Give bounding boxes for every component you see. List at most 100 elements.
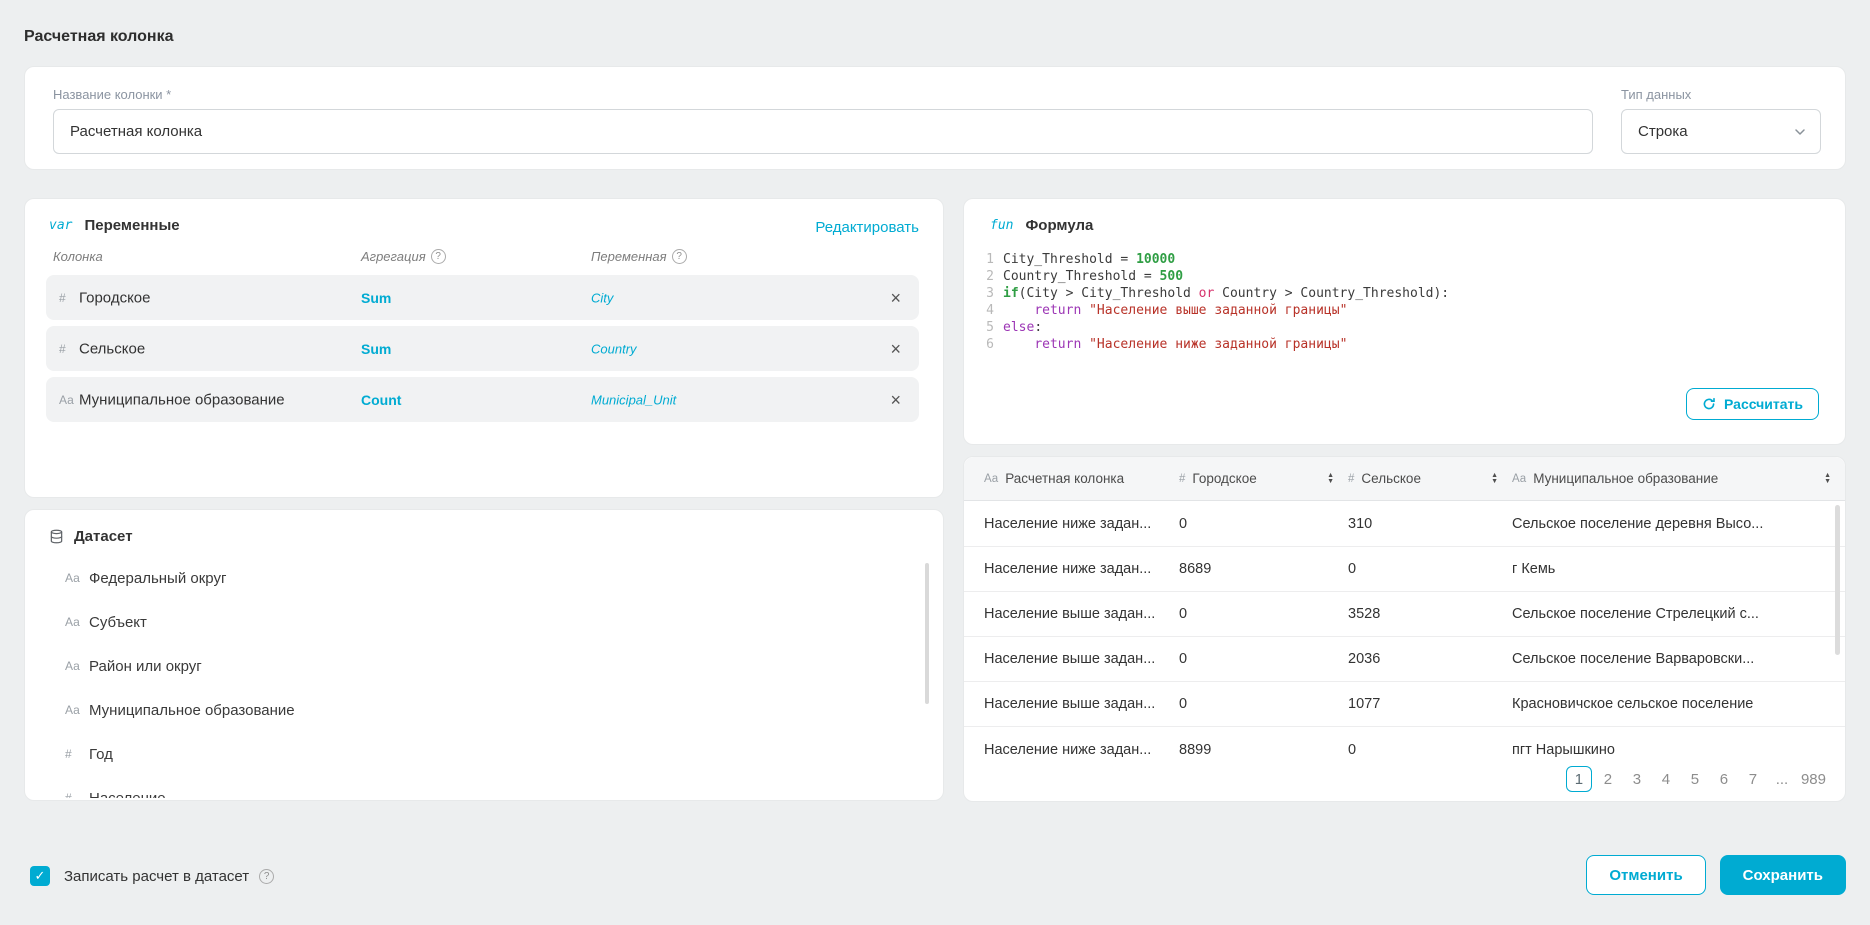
save-button[interactable]: Сохранить xyxy=(1720,855,1846,895)
column-name-label: Название колонки * xyxy=(53,87,171,102)
page-button: ... xyxy=(1769,766,1795,792)
code-text: Country_Threshold = 500 xyxy=(1003,268,1183,285)
dataset-scrollbar[interactable] xyxy=(925,563,929,704)
page-button[interactable]: 4 xyxy=(1653,766,1679,792)
column-name-input[interactable] xyxy=(53,109,1593,154)
variables-panel-title: Переменные xyxy=(84,217,179,234)
code-line: 1 City_Threshold = 10000 xyxy=(978,251,1449,268)
page-button[interactable]: 5 xyxy=(1682,766,1708,792)
dataset-panel: Датасет АаФедеральный округАаСубъектАаРа… xyxy=(24,509,944,801)
aggregation-value[interactable]: Sum xyxy=(361,341,391,357)
results-column-header: АаРасчетная колонка xyxy=(964,471,1179,486)
dataset-field-label: Район или округ xyxy=(89,658,202,675)
table-cell: Население ниже задан... xyxy=(964,742,1179,758)
dataset-field-item[interactable]: #Год xyxy=(25,732,943,776)
variable-name[interactable]: Municipal_Unit xyxy=(591,392,676,407)
aggregation-value[interactable]: Sum xyxy=(361,290,391,306)
column-header-variable: Переменная ? xyxy=(591,249,687,264)
results-scrollbar[interactable] xyxy=(1835,505,1840,655)
formula-panel-header: fun Формула xyxy=(990,217,1093,234)
line-number: 1 xyxy=(978,251,994,268)
code-line: 4 return "Население выше заданной границ… xyxy=(978,302,1449,319)
text-type-icon: Аа xyxy=(65,659,89,673)
formula-panel-title: Формула xyxy=(1025,217,1093,234)
results-column-header[interactable]: #Городское▲▼ xyxy=(1179,471,1348,486)
number-type-icon: # xyxy=(59,342,66,356)
number-type-icon: # xyxy=(65,747,89,761)
dataset-field-item[interactable]: АаСубъект xyxy=(25,600,943,644)
footer-buttons: Отменить Сохранить xyxy=(1586,855,1846,895)
help-icon[interactable]: ? xyxy=(431,249,446,264)
calculated-column-page: Расчетная колонка Название колонки * Тип… xyxy=(0,0,1870,925)
data-type-select[interactable]: Строка xyxy=(1621,109,1821,154)
code-text: City_Threshold = 10000 xyxy=(1003,251,1175,268)
close-icon[interactable]: × xyxy=(890,340,901,358)
dataset-panel-header: Датасет xyxy=(49,528,133,545)
page-button[interactable]: 989 xyxy=(1798,766,1829,792)
table-cell: Население выше задан... xyxy=(964,696,1179,712)
variable-name[interactable]: Country xyxy=(591,341,637,356)
variable-column-name: Городское xyxy=(79,289,150,306)
table-row: Население выше задан...02036Сельское пос… xyxy=(964,637,1845,682)
results-column-label: Сельское xyxy=(1361,471,1421,486)
table-row: Население ниже задан...0310Сельское посе… xyxy=(964,502,1845,547)
close-icon[interactable]: × xyxy=(890,289,901,307)
table-cell: 0 xyxy=(1348,742,1512,758)
page-button[interactable]: 2 xyxy=(1595,766,1621,792)
cancel-button[interactable]: Отменить xyxy=(1586,855,1705,895)
results-column-label: Расчетная колонка xyxy=(1005,471,1124,486)
variable-row: # Сельское Sum Country × xyxy=(46,326,919,371)
variable-column-name: Сельское xyxy=(79,340,145,357)
edit-variables-link[interactable]: Редактировать xyxy=(815,219,919,236)
table-cell: г Кемь xyxy=(1512,561,1845,577)
formula-code-editor[interactable]: 1 City_Threshold = 100002Country_Threshol… xyxy=(978,251,1449,353)
formula-panel: fun Формула 1 City_Threshold = 100002Coun… xyxy=(963,198,1846,445)
aggregation-value[interactable]: Count xyxy=(361,392,401,408)
help-icon[interactable]: ? xyxy=(672,249,687,264)
dataset-field-label: Год xyxy=(89,746,113,763)
page-button[interactable]: 6 xyxy=(1711,766,1737,792)
results-table-panel: АаРасчетная колонка#Городское▲▼# Сельское… xyxy=(963,456,1846,802)
sort-icon[interactable]: ▲▼ xyxy=(1824,473,1831,485)
sort-icon[interactable]: ▲▼ xyxy=(1327,473,1334,485)
table-row: Население выше задан...01077Красновичско… xyxy=(964,682,1845,727)
text-type-icon: Аа xyxy=(65,571,89,585)
table-cell: Население выше задан... xyxy=(964,606,1179,622)
variables-rows: # Городское Sum City × # Сельское Sum Country × Аа… xyxy=(46,275,919,428)
number-type-icon: # xyxy=(1348,473,1354,485)
code-text: if(City > City_Threshold or Country > Co… xyxy=(1003,285,1449,302)
code-line: 2Country_Threshold = 500 xyxy=(978,268,1449,285)
number-type-icon: # xyxy=(59,291,66,305)
results-column-header[interactable]: АаМуниципальное образование▲▼ xyxy=(1512,471,1845,486)
calculate-button[interactable]: Рассчитать xyxy=(1686,388,1819,420)
dataset-field-item[interactable]: #Население xyxy=(25,776,943,798)
table-cell: 0 xyxy=(1179,696,1348,712)
page-button[interactable]: 1 xyxy=(1566,766,1592,792)
help-icon[interactable]: ? xyxy=(259,869,274,884)
code-line: 6 return "Население ниже заданной границ… xyxy=(978,336,1449,353)
page-button[interactable]: 3 xyxy=(1624,766,1650,792)
table-cell: 1077 xyxy=(1348,696,1512,712)
close-icon[interactable]: × xyxy=(890,391,901,409)
write-to-dataset-checkbox[interactable]: ✓ xyxy=(30,866,50,886)
var-tag-icon: var xyxy=(49,218,72,233)
sort-icon[interactable]: ▲▼ xyxy=(1491,473,1498,485)
variable-name[interactable]: City xyxy=(591,290,613,305)
number-type-icon: # xyxy=(65,791,89,798)
dataset-field-item[interactable]: АаМуниципальное образование xyxy=(25,688,943,732)
data-type-label: Тип данных xyxy=(1621,87,1691,102)
dataset-field-item[interactable]: АаРайон или округ xyxy=(25,644,943,688)
table-cell: 2036 xyxy=(1348,651,1512,667)
variable-row: # Городское Sum City × xyxy=(46,275,919,320)
write-to-dataset-label: Записать расчет в датасет xyxy=(64,868,249,885)
results-column-header[interactable]: # Сельское ▲▼ xyxy=(1348,471,1512,486)
variable-column-name: Муниципальное образование xyxy=(79,391,285,408)
variables-panel-header: var Переменные xyxy=(49,217,180,234)
variables-column-headers: Колонка Агрегация ? Переменная ? xyxy=(25,249,943,265)
page-button[interactable]: 7 xyxy=(1740,766,1766,792)
text-type-icon: Аа xyxy=(59,393,74,407)
code-text: else: xyxy=(1003,319,1042,336)
dataset-field-item[interactable]: АаФедеральный округ xyxy=(25,556,943,600)
table-cell: 0 xyxy=(1179,516,1348,532)
chevron-down-icon xyxy=(1794,128,1806,136)
